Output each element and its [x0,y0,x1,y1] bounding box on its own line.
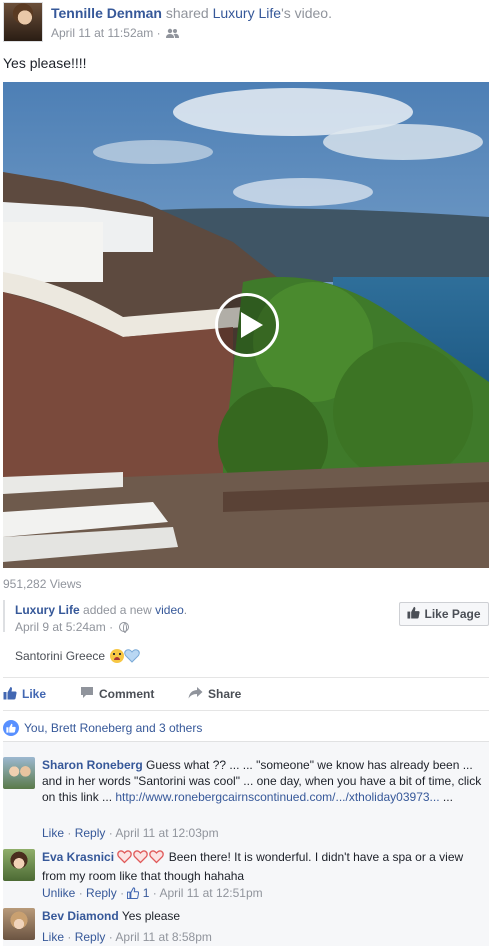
comment-body: Bev Diamond Yes please [42,908,487,924]
shared-timestamp[interactable]: April 9 at 5:24am [15,620,106,634]
commenter-avatar[interactable] [3,908,35,940]
shared-page-link[interactable]: Luxury Life [213,5,281,21]
heart-emoji-icon [117,850,133,868]
commenter-name[interactable]: Sharon Roneberg [42,758,143,772]
shared-verb-tail: 's video. [281,5,332,21]
author-name-link[interactable]: Tennille Denman [51,5,162,21]
quote-bar [3,600,5,632]
like-label: Like [22,687,47,701]
comment-label: Comment [99,687,155,701]
comment-dot: · [67,930,72,944]
thumbs-up-icon [3,686,17,703]
comment-like-link[interactable]: Like [42,826,64,840]
commenter-name[interactable]: Eva Krasnici [42,850,114,864]
shared-video-link[interactable]: video [155,603,184,617]
like-page-label: Like Page [424,607,481,621]
likes-summary: You, Brett Roneberg and 3 others [3,716,489,740]
shared-post-meta: April 9 at 5:24am · [15,620,130,634]
shared-verb: shared [165,5,209,21]
share-label: Share [208,687,242,701]
comment-bubble-icon [80,686,94,702]
thumbs-up-icon [407,606,421,622]
like-reaction-icon [3,720,19,736]
heart-emoji-icon [149,850,165,868]
commenter-avatar[interactable] [3,757,35,789]
post-actions: Like Comment Share [3,680,489,708]
post-timestamp[interactable]: April 11 at 11:52am [51,26,153,40]
comment-dot: · [152,886,157,900]
comment-reply-link[interactable]: Reply [75,826,106,840]
shared-action-text: added a new [83,603,152,617]
comment-item: Sharon Roneberg Guess what ?? ... ... "s… [3,757,489,847]
divider [3,710,489,711]
comment-link[interactable]: http://www.ronebergcairnscontinued.com/.… [115,790,439,804]
blue-heart-icon [124,649,141,666]
shared-text-content: Santorini Greece [15,649,106,663]
comment-actions: Like · Reply · April 11 at 8:58pm [42,930,212,944]
comment-dot: · [108,930,113,944]
comment-like-link[interactable]: Like [42,930,64,944]
shared-separator: · [109,620,114,634]
author-avatar[interactable] [3,2,43,42]
post-text: Yes please!!!! [3,55,87,71]
comment-dot: · [120,886,125,900]
heart-emoji-icon [133,850,149,868]
meta-separator: · [156,26,161,40]
shared-page-name[interactable]: Luxury Life [15,603,80,617]
commenter-name[interactable]: Bev Diamond [42,909,119,923]
shared-post-title: Luxury Life added a new video. [15,603,187,617]
shared-post-card: Luxury Life added a new video. April 9 a… [3,598,489,676]
comment-time[interactable]: April 11 at 12:51pm [159,886,262,900]
share-arrow-icon [188,686,203,702]
divider [3,677,489,678]
globe-icon [119,622,130,633]
share-button[interactable]: Share [188,686,241,702]
comment-reply-link[interactable]: Reply [86,886,117,900]
comment-actions: Like · Reply · April 11 at 12:03pm [42,826,219,840]
header-title: Tennille Denman shared Luxury Life's vid… [51,5,332,21]
shared-post-text: Santorini Greece [15,649,141,666]
thumbs-up-icon [127,887,140,902]
comments-section: Sharon Roneberg Guess what ?? ... ... "s… [3,741,489,946]
comment-item: Bev Diamond Yes please Like · Reply · Ap… [3,908,489,946]
comment-unlike-link[interactable]: Unlike [42,886,75,900]
likes-summary-text[interactable]: You, Brett Roneberg and 3 others [24,721,202,735]
shared-period: . [183,603,188,617]
video-player[interactable] [3,82,489,568]
comment-reply-link[interactable]: Reply [75,930,106,944]
crying-face-icon [110,649,125,663]
friends-icon[interactable] [165,28,179,42]
like-page-button[interactable]: Like Page [399,602,489,626]
comment-body: Sharon Roneberg Guess what ?? ... ... "s… [42,757,487,805]
post-header: Tennille Denman shared Luxury Life's vid… [3,2,489,44]
comment-actions: Unlike · Reply · 1 · April 11 at 12:51pm [42,886,263,902]
play-icon[interactable] [215,293,279,357]
comment-dot: · [78,886,83,900]
comment-like-count[interactable]: 1 [143,886,150,900]
comment-body: Eva Krasnici Been there! It is wonderful… [42,849,487,884]
comment-dot: · [108,826,113,840]
comment-time[interactable]: April 11 at 12:03pm [115,826,218,840]
like-button[interactable]: Like [3,686,46,703]
commenter-avatar[interactable] [3,849,35,881]
view-count: 951,282 Views [3,577,82,591]
comment-time[interactable]: April 11 at 8:58pm [115,930,212,944]
comment-button[interactable]: Comment [80,686,492,702]
comment-dot: · [67,826,72,840]
comment-text: Yes please [121,909,181,923]
comment-item: Eva Krasnici Been there! It is wonderful… [3,849,489,905]
post-meta: April 11 at 11:52am · [51,26,179,42]
comment-tail: ... [442,790,453,804]
